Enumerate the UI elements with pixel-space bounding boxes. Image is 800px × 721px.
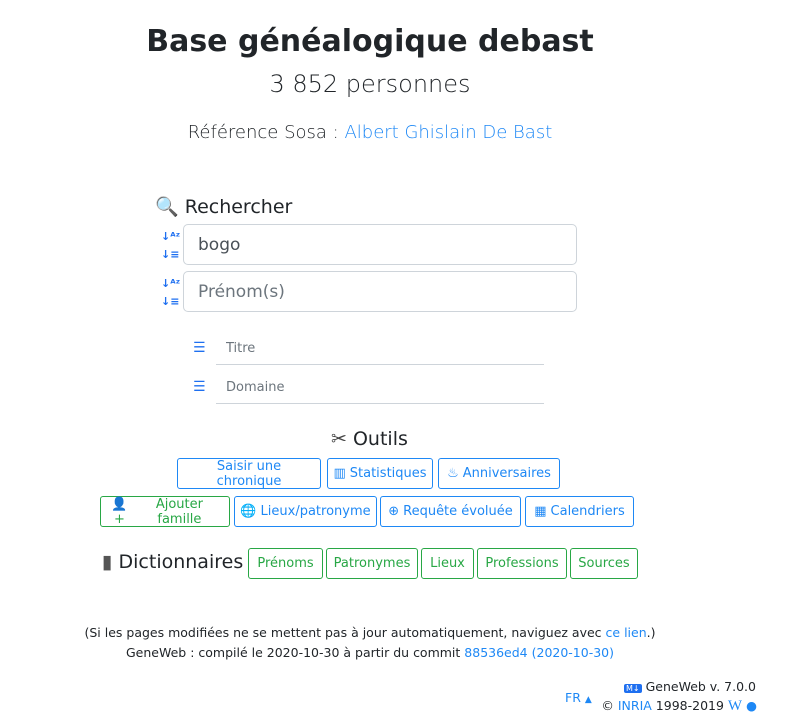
label: Statistiques bbox=[349, 466, 427, 481]
tools-heading: ✂ Outils bbox=[331, 428, 408, 450]
sort-frequency-icon[interactable]: ↓≡ bbox=[161, 246, 179, 263]
list-icon[interactable]: ☰ bbox=[193, 379, 206, 395]
label: Lieux/patronyme bbox=[260, 504, 371, 519]
label: Sources bbox=[578, 556, 630, 571]
globe-icon: 🌐 bbox=[240, 504, 257, 519]
copyright: © INRIA 1998-2019 W ● bbox=[601, 698, 757, 715]
zoom-plus-icon: ⊕ bbox=[388, 504, 400, 519]
sosa-link[interactable]: Albert Ghislain De Bast bbox=[344, 122, 552, 143]
refresh-link[interactable]: ce lien bbox=[606, 625, 647, 640]
sort-frequency-icon[interactable]: ↓≡ bbox=[161, 293, 179, 310]
book-icon: ▮ bbox=[102, 551, 113, 573]
dict-firstnames-button[interactable]: Prénoms bbox=[248, 548, 323, 579]
dictionaries-heading: ▮ Dictionnaires bbox=[102, 551, 243, 573]
sosa-label: Référence Sosa : bbox=[187, 122, 339, 143]
markdown-icon: M↓ bbox=[624, 684, 642, 693]
calendar-icon: ▦ bbox=[534, 504, 547, 519]
statistics-button[interactable]: ▥ Statistiques bbox=[327, 458, 433, 489]
version-text: GeneWeb v. 7.0.0 bbox=[645, 679, 756, 694]
person-count: 3 852 personnes bbox=[269, 70, 471, 98]
note-suffix: .) bbox=[646, 625, 656, 640]
tools-title: Outils bbox=[352, 428, 408, 450]
version-info: M↓ GeneWeb v. 7.0.0 bbox=[624, 679, 756, 694]
label: Anniversaires bbox=[462, 466, 551, 481]
wikipedia-icon[interactable]: W bbox=[728, 698, 742, 714]
compile-text: GeneWeb : compilé le 2020-10-30 à partir… bbox=[125, 645, 461, 660]
title-input[interactable] bbox=[216, 333, 544, 365]
label: Calendriers bbox=[550, 504, 625, 519]
label: Patronymes bbox=[333, 556, 411, 571]
copyright-symbol: © bbox=[601, 698, 614, 713]
firstname-input[interactable] bbox=[183, 271, 577, 312]
label: Requête évoluée bbox=[403, 504, 513, 519]
lang-label: FR bbox=[565, 690, 581, 705]
sosa-reference: Référence Sosa : Albert Ghislain De Bast bbox=[0, 122, 740, 143]
sort-alpha-icon[interactable]: ↓ᴬᶻ bbox=[161, 228, 180, 245]
language-selector[interactable]: FR ▲ bbox=[565, 690, 592, 705]
inria-link[interactable]: INRIA bbox=[618, 698, 652, 713]
calendars-button[interactable]: ▦ Calendriers bbox=[525, 496, 634, 527]
add-family-button[interactable]: 👤+ Ajouter famille bbox=[100, 496, 230, 527]
label: Saisir une chronique bbox=[216, 458, 282, 489]
places-button[interactable]: 🌐 Lieux/patronyme bbox=[234, 496, 377, 527]
refresh-note: (Si les pages modifiées ne se mettent pa… bbox=[0, 625, 740, 640]
dictionaries-title: Dictionnaires bbox=[118, 551, 244, 573]
search-title: Rechercher bbox=[184, 196, 293, 218]
dict-places-button[interactable]: Lieux bbox=[421, 548, 474, 579]
label: Lieux bbox=[430, 556, 465, 571]
user-plus-icon: 👤+ bbox=[111, 496, 128, 527]
github-icon[interactable]: ● bbox=[746, 698, 757, 713]
tools-icon: ✂ bbox=[331, 428, 347, 450]
dict-surnames-button[interactable]: Patronymes bbox=[326, 548, 418, 579]
page-title: Base généalogique debast bbox=[146, 24, 594, 59]
search-icon: 🔍 bbox=[155, 196, 179, 218]
list-icon[interactable]: ☰ bbox=[193, 340, 206, 356]
note-text: (Si les pages modifiées ne se mettent pa… bbox=[84, 625, 602, 640]
birthdays-button[interactable]: ♨ Anniversaires bbox=[438, 458, 560, 489]
label: Prénoms bbox=[257, 556, 314, 571]
commit-link[interactable]: 88536ed4 (2020-10-30) bbox=[464, 645, 614, 660]
surname-input[interactable] bbox=[183, 224, 577, 265]
compile-info: GeneWeb : compilé le 2020-10-30 à partir… bbox=[0, 645, 740, 660]
years: 1998-2019 bbox=[655, 698, 724, 713]
label: Ajouter famille bbox=[155, 496, 203, 527]
chart-icon: ▥ bbox=[333, 466, 346, 481]
dict-professions-button[interactable]: Professions bbox=[477, 548, 567, 579]
domain-input[interactable] bbox=[216, 372, 544, 404]
chronicle-button[interactable]: Saisir une chronique bbox=[177, 458, 321, 489]
cake-icon: ♨ bbox=[447, 466, 459, 481]
caret-up-icon: ▲ bbox=[584, 695, 592, 705]
dict-sources-button[interactable]: Sources bbox=[570, 548, 638, 579]
search-heading: 🔍 Rechercher bbox=[155, 195, 292, 218]
advanced-search-button[interactable]: ⊕ Requête évoluée bbox=[380, 496, 521, 527]
label: Professions bbox=[485, 556, 559, 571]
sort-alpha-icon[interactable]: ↓ᴬᶻ bbox=[161, 275, 180, 292]
